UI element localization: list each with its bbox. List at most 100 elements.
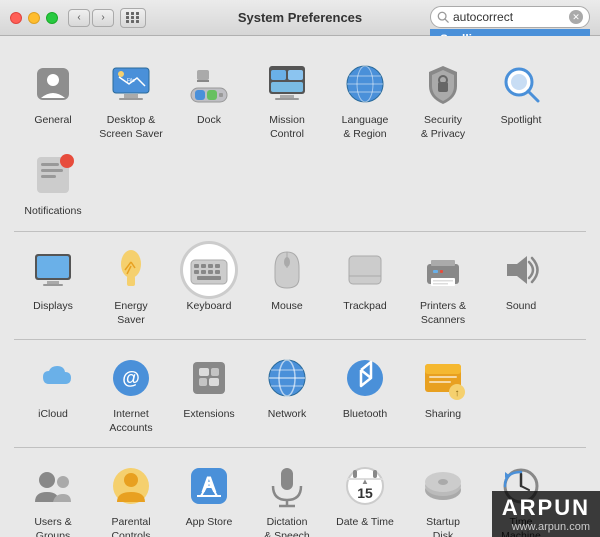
icon-wrapper-parental <box>105 460 157 512</box>
pref-label-trackpad: Trackpad <box>343 300 386 314</box>
icon-wrapper-mouse <box>261 244 313 296</box>
pref-item-keyboard[interactable]: Keyboard <box>170 240 248 331</box>
pref-label-sharing: Sharing <box>425 408 461 422</box>
icon-wrapper-sharing: ↑ <box>417 352 469 404</box>
section-internet: iCloud @ InternetAccounts <box>14 340 586 448</box>
pref-item-sharing[interactable]: ↑ Sharing <box>404 348 482 439</box>
pref-label-notifications: Notifications <box>24 205 81 219</box>
window-title: System Preferences <box>238 10 362 25</box>
watermark-url: www.arpun.com <box>502 521 590 533</box>
pref-item-appstore[interactable]: A App Store <box>170 456 248 537</box>
pref-label-bluetooth: Bluetooth <box>343 408 387 422</box>
pref-item-language[interactable]: Language& Region <box>326 54 404 145</box>
minimize-button[interactable] <box>28 12 40 24</box>
icon-wrapper-trackpad <box>339 244 391 296</box>
pref-label-printers: Printers &Scanners <box>420 300 466 327</box>
maximize-button[interactable] <box>46 12 58 24</box>
pref-label-security: Security& Privacy <box>421 114 465 141</box>
pref-item-users[interactable]: Users &Groups <box>14 456 92 537</box>
pref-item-extensions[interactable]: Extensions <box>170 348 248 439</box>
pref-label-desktop: Desktop &Screen Saver <box>99 114 163 141</box>
pref-label-spotlight: Spotlight <box>501 114 542 128</box>
pref-item-bluetooth[interactable]: Bluetooth <box>326 348 404 439</box>
pref-label-extensions: Extensions <box>183 408 234 422</box>
pref-item-mouse[interactable]: Mouse <box>248 240 326 331</box>
icon-wrapper-startup <box>417 460 469 512</box>
nav-buttons: ‹ › <box>68 9 114 27</box>
pref-item-internet[interactable]: @ InternetAccounts <box>92 348 170 439</box>
icon-wrapper-energy <box>105 244 157 296</box>
icon-wrapper-bluetooth <box>339 352 391 404</box>
pref-label-language: Language& Region <box>342 114 389 141</box>
icon-wrapper-mission <box>261 58 313 110</box>
pref-item-notifications[interactable]: Notifications <box>14 145 92 223</box>
pref-label-mouse: Mouse <box>271 300 303 314</box>
icon-wrapper-users <box>27 460 79 512</box>
icon-wrapper-network <box>261 352 313 404</box>
icon-wrapper-general <box>27 58 79 110</box>
icon-wrapper-desktop: File <box>105 58 157 110</box>
search-box[interactable]: autocorrect ✕ <box>430 6 590 28</box>
icon-wrapper-notifications <box>27 149 79 201</box>
icon-wrapper-internet: @ <box>105 352 157 404</box>
pref-label-internet: InternetAccounts <box>109 408 152 435</box>
section-personal: General File Desktop &Screen Saver <box>14 46 586 232</box>
pref-item-datetime[interactable]: 15 ▲ Date & Time <box>326 456 404 537</box>
pref-label-icloud: iCloud <box>38 408 68 422</box>
main-content: General File Desktop &Screen Saver <box>0 36 600 537</box>
pref-item-dictation[interactable]: Dictation& Speech <box>248 456 326 537</box>
search-icon <box>437 11 449 23</box>
pref-label-dock: Dock <box>197 114 221 128</box>
title-bar: ‹ › System Preferences autocorrect ✕ Spe… <box>0 0 600 36</box>
pref-label-mission: MissionControl <box>269 114 305 141</box>
icon-wrapper-sound <box>495 244 547 296</box>
pref-item-security[interactable]: Security& Privacy <box>404 54 482 145</box>
icon-wrapper-language <box>339 58 391 110</box>
forward-button[interactable]: › <box>92 9 114 27</box>
icon-wrapper-security <box>417 58 469 110</box>
search-input[interactable]: autocorrect <box>453 10 569 24</box>
watermark-brand: ARPUN <box>502 495 590 521</box>
svg-text:File: File <box>127 78 135 84</box>
pref-label-energy: EnergySaver <box>114 300 147 327</box>
pref-item-energy[interactable]: EnergySaver <box>92 240 170 331</box>
pref-item-dock[interactable]: Dock <box>170 54 248 145</box>
pref-label-sound: Sound <box>506 300 536 314</box>
icon-wrapper-spotlight <box>495 58 547 110</box>
pref-label-datetime: Date & Time <box>336 516 394 530</box>
pref-item-general[interactable]: General <box>14 54 92 145</box>
pref-item-icloud[interactable]: iCloud <box>14 348 92 439</box>
icon-wrapper-dictation <box>261 460 313 512</box>
close-button[interactable] <box>10 12 22 24</box>
pref-item-desktop[interactable]: File Desktop &Screen Saver <box>92 54 170 145</box>
pref-item-displays[interactable]: Displays <box>14 240 92 331</box>
section-hardware: Displays EnergySaver <box>14 232 586 340</box>
pref-item-sound[interactable]: Sound <box>482 240 560 331</box>
watermark: ARPUN www.arpun.com <box>492 491 600 537</box>
pref-label-users: Users &Groups <box>34 516 71 537</box>
pref-label-general: General <box>34 114 71 128</box>
pref-item-spotlight[interactable]: Spotlight <box>482 54 560 145</box>
search-clear-button[interactable]: ✕ <box>569 10 583 24</box>
pref-label-displays: Displays <box>33 300 73 314</box>
pref-item-trackpad[interactable]: Trackpad <box>326 240 404 331</box>
icon-wrapper-datetime: 15 ▲ <box>339 460 391 512</box>
back-button[interactable]: ‹ <box>68 9 90 27</box>
icon-wrapper-dock <box>183 58 235 110</box>
pref-item-mission[interactable]: MissionControl <box>248 54 326 145</box>
pref-item-parental[interactable]: ParentalControls <box>92 456 170 537</box>
traffic-lights <box>10 12 58 24</box>
icon-wrapper-extensions <box>183 352 235 404</box>
icon-wrapper-icloud <box>27 352 79 404</box>
pref-label-network: Network <box>268 408 307 422</box>
pref-label-dictation: Dictation& Speech <box>264 516 310 537</box>
pref-item-printers[interactable]: Printers &Scanners <box>404 240 482 331</box>
svg-text:↑: ↑ <box>455 388 460 399</box>
grid-view-button[interactable] <box>120 8 146 28</box>
icon-wrapper-keyboard <box>183 244 235 296</box>
icon-wrapper-displays <box>27 244 79 296</box>
icon-wrapper-appstore: A <box>183 460 235 512</box>
pref-item-startup[interactable]: StartupDisk <box>404 456 482 537</box>
pref-label-parental: ParentalControls <box>111 516 150 537</box>
pref-item-network[interactable]: Network <box>248 348 326 439</box>
